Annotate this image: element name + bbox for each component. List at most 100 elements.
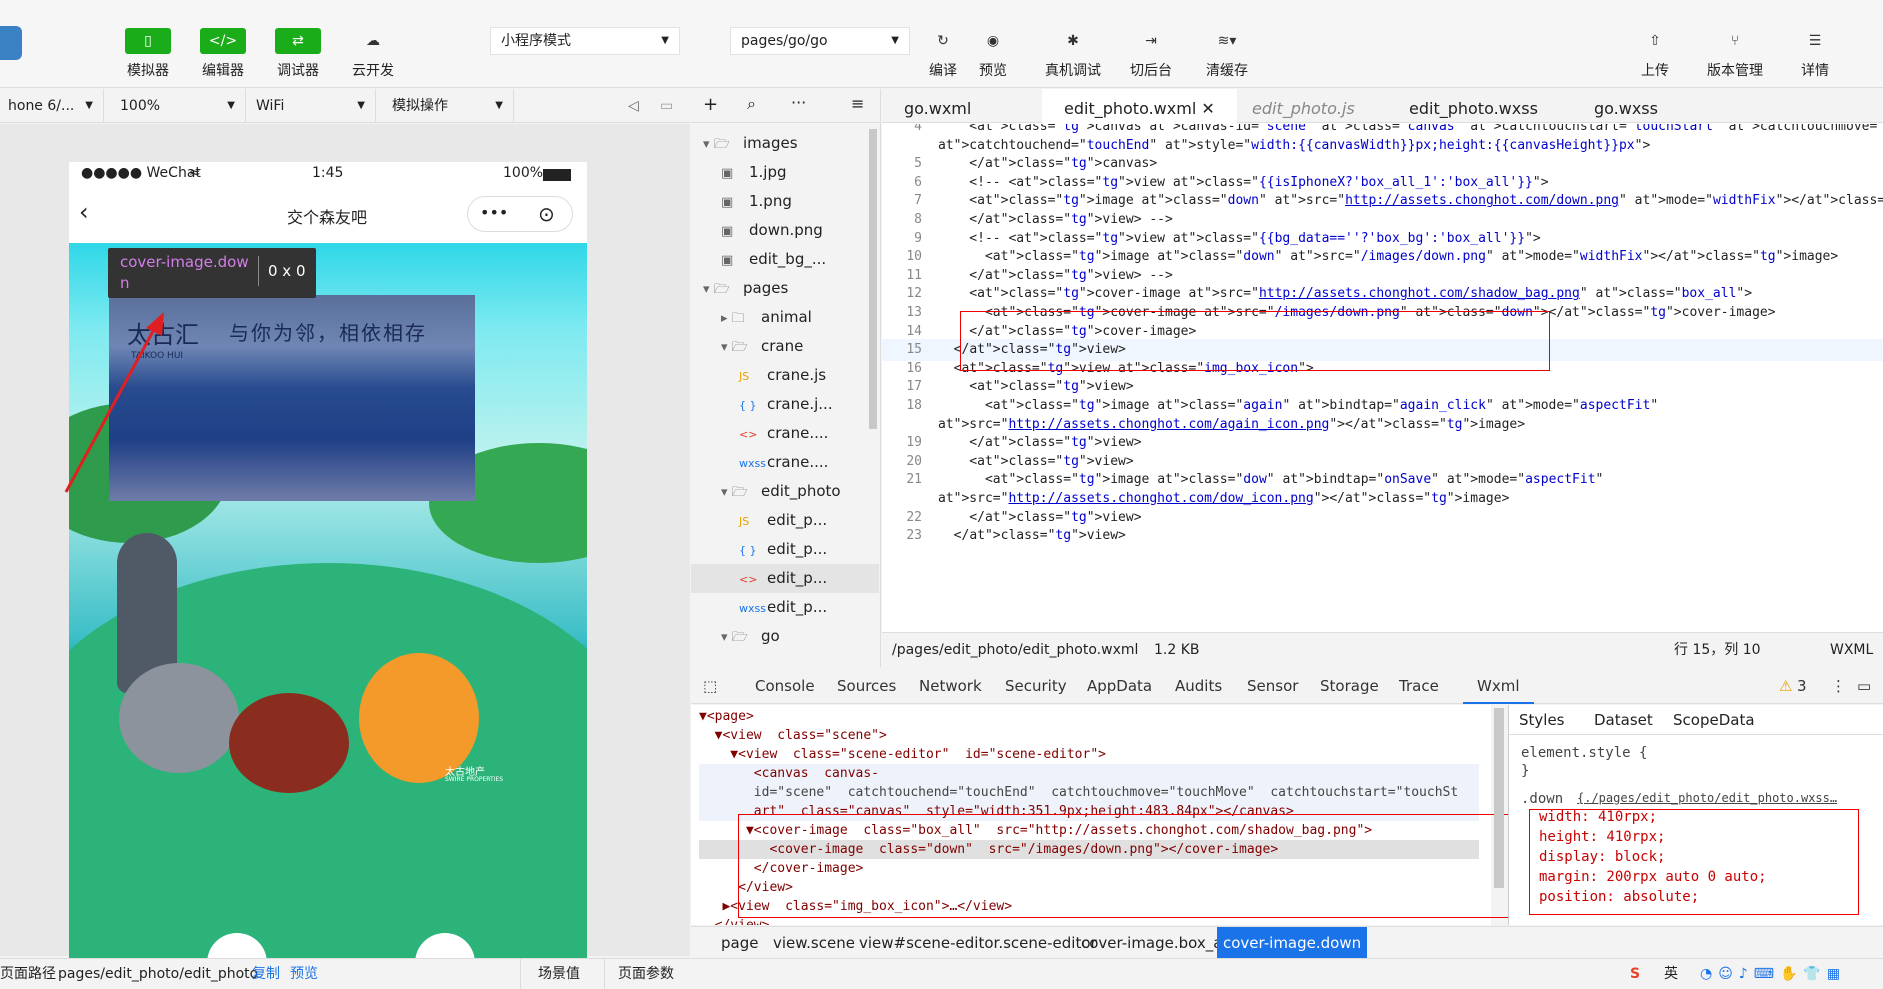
tab-styles[interactable]: Styles <box>1519 711 1565 729</box>
tab-appdata[interactable]: AppData <box>1087 668 1152 704</box>
breadcrumb-box-all[interactable]: cover-image.box_all <box>1075 927 1237 959</box>
breadcrumb-down[interactable]: cover-image.down <box>1217 927 1368 959</box>
wxml-node[interactable]: <canvas canvas- <box>699 764 1479 783</box>
tab-edit-photo-wxml[interactable]: edit_photo.wxml ✕ <box>1042 89 1237 124</box>
file-tree-item[interactable]: ▣ 1.jpg <box>691 158 879 187</box>
element-tooltip: cover-image.dow n 0 x 0 <box>108 248 316 298</box>
search-icon[interactable]: ⌕ <box>747 94 756 114</box>
breadcrumb-page[interactable]: page <box>715 927 764 959</box>
capsule-menu[interactable]: ••• ⊙ <box>467 196 573 232</box>
file-tree-item[interactable]: ▾ 🗁 pages <box>691 274 879 303</box>
file-tree-item[interactable]: <> edit_p... <box>691 564 879 593</box>
file-tree-item[interactable]: ▾ 🗁 crane <box>691 332 879 361</box>
mode-select[interactable]: 小程序模式 ▼ <box>490 27 680 55</box>
file-tree-item[interactable]: { } edit_p... <box>691 535 879 564</box>
page-select[interactable]: pages/go/go ▼ <box>730 27 910 55</box>
tab-network[interactable]: Network <box>919 668 982 704</box>
battery-icon <box>543 169 571 181</box>
ime-tools-icon[interactable]: ◔☺♪⌨✋👕▦ <box>1700 959 1846 989</box>
collapse-icon[interactable]: ≡ <box>851 94 864 113</box>
operation-select[interactable]: 模拟操作 ▼ <box>384 89 514 123</box>
file-tree-item[interactable]: JS edit_p... <box>691 506 879 535</box>
file-tree-item[interactable]: wxssedit_p... <box>691 593 879 622</box>
debugger-button[interactable]: ⇄ 调试器 <box>263 28 333 80</box>
wxml-node[interactable]: ▼<view class="scene"> <box>699 726 887 745</box>
tab-edit-photo-js[interactable]: edit_photo.js <box>1230 89 1377 123</box>
more-icon[interactable]: ••• <box>480 203 508 222</box>
cloud-button[interactable]: ☁ 云开发 <box>338 28 408 80</box>
image-icon: ▣ <box>721 166 734 181</box>
back-icon[interactable]: ‹ <box>79 198 89 226</box>
file-tree-item[interactable]: wxsscrane.... <box>691 448 879 477</box>
ime-logo-icon[interactable]: S <box>1630 959 1640 989</box>
warning-count[interactable]: 3 <box>1797 668 1807 704</box>
zoom-select[interactable]: 100% ▼ <box>112 89 246 123</box>
file-tree-item[interactable]: ▣ edit_bg_... <box>691 245 879 274</box>
file-tree-item[interactable]: { } crane.j... <box>691 390 879 419</box>
close-icon[interactable]: ✕ <box>1201 99 1214 118</box>
code-text: <at">class="tg">image at">class="down" a… <box>938 249 1839 265</box>
file-tree-item[interactable]: JS crane.js <box>691 361 879 390</box>
file-tree-item[interactable]: ▾ 🗁 go <box>691 622 879 651</box>
dock-icon[interactable]: ▭ <box>1857 668 1871 704</box>
wxml-node[interactable]: ▼<page> <box>699 707 754 726</box>
warning-icon[interactable]: ⚠ <box>1779 668 1792 704</box>
code-text: <at">class="tg">cover-image at">src="htt… <box>938 286 1753 302</box>
window-icon[interactable]: ▭ <box>660 89 673 123</box>
device-select[interactable]: hone 6/... ▼ <box>0 89 104 123</box>
file-tree-item[interactable]: ▣ down.png <box>691 216 879 245</box>
wxml-breadcrumb: page view.scene view#scene-editor.scene-… <box>691 926 1883 959</box>
explorer-scrollbar[interactable] <box>869 129 877 429</box>
details-button[interactable]: ☰ 详情 <box>1780 28 1850 80</box>
line-number: 23 <box>906 528 922 544</box>
clear-cache-button[interactable]: ≋▾ 清缓存 <box>1192 28 1262 80</box>
wifi-icon: ≈ <box>189 165 201 181</box>
tab-go-wxml[interactable]: go.wxml <box>882 89 993 123</box>
file-tree-item[interactable]: <> crane.... <box>691 419 879 448</box>
tab-trace[interactable]: Trace <box>1399 668 1439 704</box>
tab-console[interactable]: Console <box>755 668 815 704</box>
styles-panel: Styles Dataset ScopeData element.style {… <box>1508 705 1883 925</box>
wxml-scrollbar[interactable] <box>1494 708 1504 888</box>
file-tree-item[interactable]: ▣ 1.png <box>691 187 879 216</box>
more-vertical-icon[interactable]: ⋮ <box>1831 668 1846 704</box>
background-button[interactable]: ⇥ 切后台 <box>1116 28 1186 80</box>
preview-button[interactable]: ◉ 预览 <box>958 28 1028 80</box>
code-text: </at">class="tg">view> --> <box>938 212 1173 227</box>
tab-go-wxss[interactable]: go.wxss <box>1572 89 1680 123</box>
wxml-node[interactable]: ▼<view class="scene-editor" id="scene-ed… <box>699 745 1106 764</box>
tab-scopedata[interactable]: ScopeData <box>1673 711 1755 729</box>
divider <box>604 959 605 989</box>
tab-wxml[interactable]: Wxml <box>1463 668 1534 704</box>
tab-edit-photo-wxss[interactable]: edit_photo.wxss <box>1387 89 1560 123</box>
file-tree-item[interactable]: ▾ 🗁 edit_photo <box>691 477 879 506</box>
koala-illustration <box>119 663 239 773</box>
tab-dataset[interactable]: Dataset <box>1594 711 1653 729</box>
plus-icon[interactable]: + <box>703 94 718 115</box>
tab-sensor[interactable]: Sensor <box>1247 668 1298 704</box>
code-area[interactable]: 4 <at">class="tg">canvas at">canvas-id="… <box>882 124 1883 632</box>
tab-security[interactable]: Security <box>1005 668 1067 704</box>
network-select[interactable]: WiFi ▼ <box>248 89 376 123</box>
wxml-node[interactable]: id="scene" catchtouchend="touchEnd" catc… <box>699 783 1479 802</box>
inspect-icon[interactable]: ⬚ <box>703 668 717 704</box>
tab-storage[interactable]: Storage <box>1320 668 1379 704</box>
image-icon: ▣ <box>721 195 734 210</box>
volume-icon[interactable]: ◁ <box>628 89 639 123</box>
close-circle-icon[interactable]: ⊙ <box>538 202 555 226</box>
explorer-toolbar: + ⌕ ··· ≡ <box>691 89 881 123</box>
file-tree-item[interactable]: ▾ 🗁 images <box>691 129 879 158</box>
more-icon[interactable]: ··· <box>791 93 806 112</box>
breadcrumb-scene-editor[interactable]: view#scene-editor.scene-editor <box>853 927 1103 959</box>
tooltip-divider <box>258 256 259 286</box>
annotation-arrow <box>64 312 164 493</box>
breadcrumb-scene[interactable]: view.scene <box>767 927 861 959</box>
simulator-button[interactable]: ▯ 模拟器 <box>113 28 183 80</box>
tab-sources[interactable]: Sources <box>837 668 896 704</box>
tab-audits[interactable]: Audits <box>1175 668 1222 704</box>
real-debug-button[interactable]: ✱ 真机调试 <box>1038 28 1108 80</box>
upload-button[interactable]: ⇧ 上传 <box>1620 28 1690 80</box>
file-tree-item[interactable]: ▸ 🗀 animal <box>691 303 879 332</box>
editor-button[interactable]: </> 编辑器 <box>188 28 258 80</box>
version-button[interactable]: ⑂ 版本管理 <box>1700 28 1770 80</box>
